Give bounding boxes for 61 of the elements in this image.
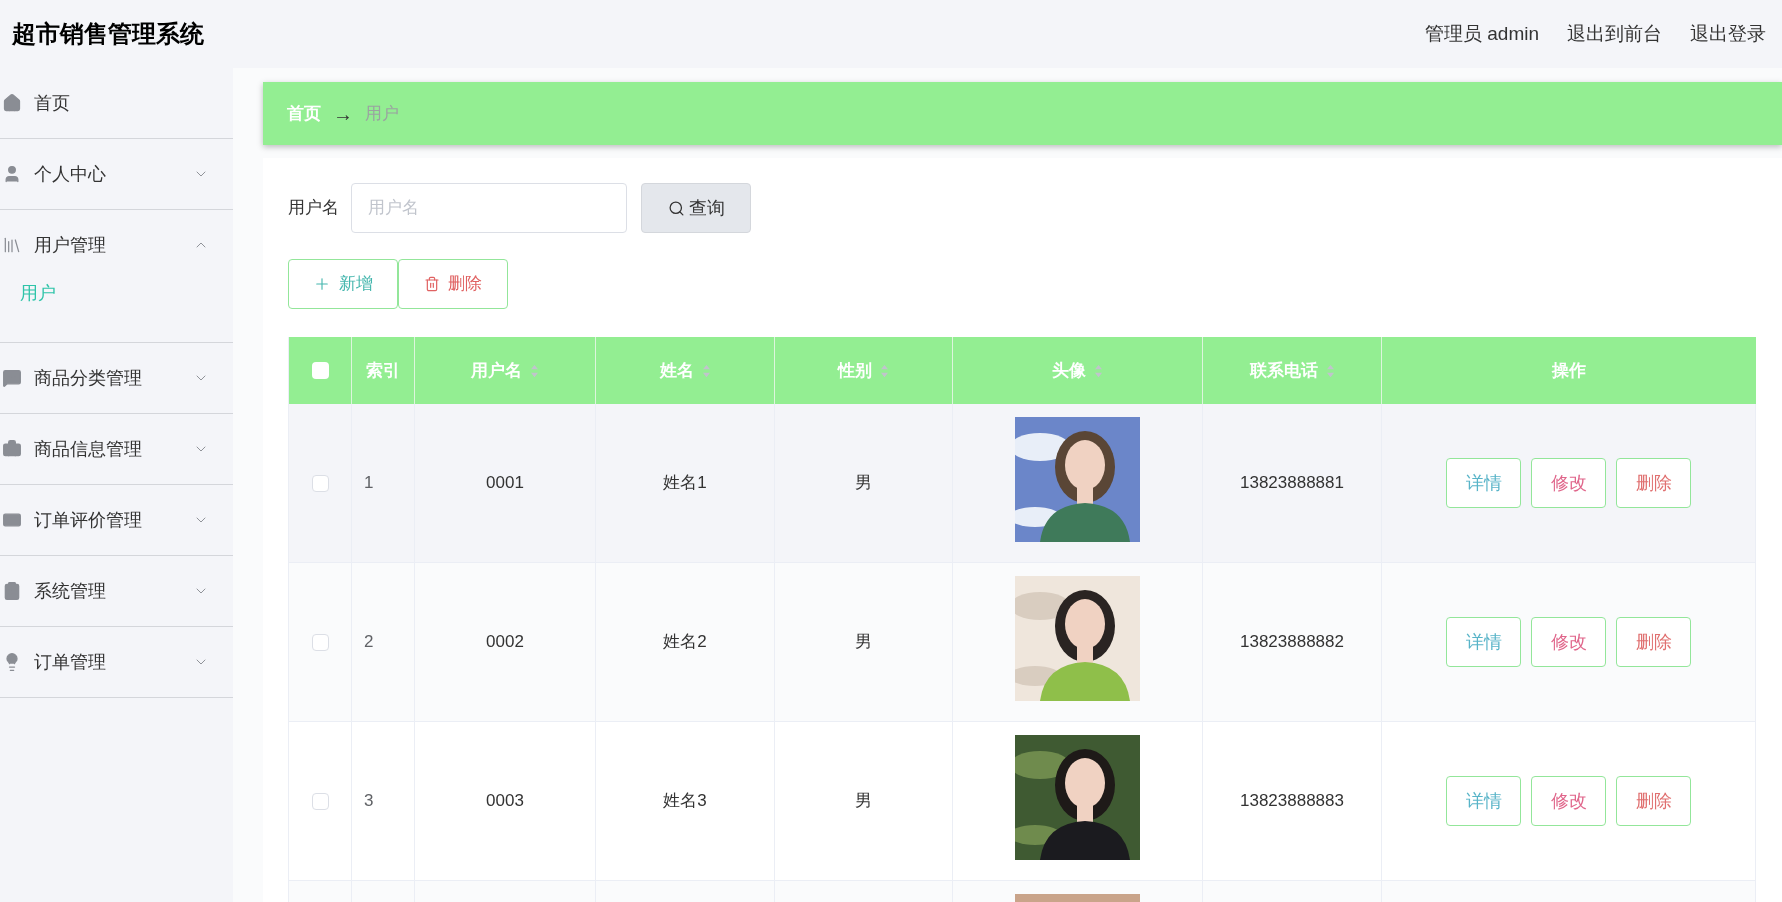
- row-checkbox[interactable]: [311, 792, 329, 810]
- table-cell-text: 姓名1: [663, 472, 707, 495]
- header-link[interactable]: 退出登录: [1690, 19, 1766, 49]
- header-link[interactable]: 退出到前台: [1567, 19, 1662, 49]
- table-cell-text: 男: [855, 631, 872, 654]
- table-cell-text: 13823888881: [1240, 472, 1344, 495]
- sidebar-item[interactable]: 订单评价管理: [0, 485, 233, 555]
- details-button[interactable]: 详情: [1446, 617, 1521, 667]
- delete-button[interactable]: 删除: [1616, 776, 1691, 826]
- sidebar-item[interactable]: 系统管理: [0, 556, 233, 626]
- table-cell-text: 男: [855, 472, 872, 495]
- sort-icon[interactable]: [530, 363, 539, 378]
- books-icon: [2, 235, 22, 255]
- sidebar-item[interactable]: 用户管理: [0, 210, 233, 280]
- sidebar-item[interactable]: 首页: [0, 68, 233, 138]
- sidebar-item[interactable]: 商品分类管理: [0, 343, 233, 413]
- search-button[interactable]: 查询: [641, 183, 751, 233]
- table-cell-text: 姓名3: [663, 790, 707, 813]
- breadcrumb-arrow: →: [333, 101, 353, 127]
- table-cell-text: 男: [855, 790, 872, 813]
- row-checkbox[interactable]: [311, 633, 329, 651]
- delete-button[interactable]: 删除: [1616, 458, 1691, 508]
- sort-icon[interactable]: [1325, 363, 1335, 378]
- column-header: 操作: [1550, 359, 1587, 382]
- details-button[interactable]: 详情: [1446, 458, 1521, 508]
- submenu-item[interactable]: 用户: [0, 280, 233, 342]
- sort-icon[interactable]: [701, 363, 711, 378]
- add-button[interactable]: 新增: [288, 259, 398, 309]
- table-cell-text: 13823888883: [1240, 790, 1344, 813]
- search-icon: [667, 199, 685, 217]
- row-checkbox[interactable]: [311, 474, 329, 492]
- briefcase-icon: [2, 439, 22, 459]
- trash-icon: [424, 276, 440, 292]
- sort-icon[interactable]: [1094, 363, 1103, 378]
- edit-button[interactable]: 修改: [1531, 617, 1606, 667]
- table-cell-text: 2: [364, 631, 374, 654]
- table-cell-text: 0002: [486, 631, 524, 654]
- table-cell-text: 13823888882: [1240, 631, 1344, 654]
- app-title: 超市销售管理系统: [12, 19, 204, 49]
- user-menu-link[interactable]: 管理员 admin: [1424, 19, 1539, 49]
- search-field[interactable]: 用户名: [351, 183, 627, 233]
- plus-icon: [313, 275, 331, 293]
- edit-button[interactable]: 修改: [1531, 458, 1606, 508]
- table-cell-text: 0001: [486, 472, 524, 495]
- sidebar-item[interactable]: 订单管理: [0, 627, 233, 697]
- select-all-checkbox[interactable]: [311, 362, 329, 379]
- chat-icon: [2, 368, 22, 388]
- sidebar-item[interactable]: 商品信息管理: [0, 414, 233, 484]
- table-cell-text: 0003: [486, 790, 524, 813]
- table-cell-text: 姓名2: [663, 631, 707, 654]
- edit-button[interactable]: 修改: [1531, 776, 1606, 826]
- field-label: 用户名: [288, 197, 339, 220]
- sidebar-item[interactable]: 个人中心: [0, 139, 233, 209]
- details-button[interactable]: 详情: [1446, 776, 1521, 826]
- home-icon: [2, 93, 22, 113]
- delete-button[interactable]: 删除: [1616, 617, 1691, 667]
- delete-button[interactable]: 删除: [398, 259, 508, 309]
- sort-icon[interactable]: [880, 363, 889, 378]
- table-cell-text: 1: [364, 472, 374, 495]
- breadcrumb-item: 用户: [365, 102, 399, 125]
- table-cell-text: 3: [364, 790, 374, 813]
